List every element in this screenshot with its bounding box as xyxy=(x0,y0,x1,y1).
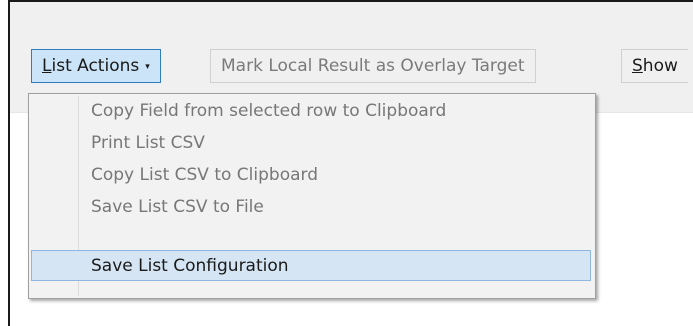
list-actions-button[interactable]: List Actions ▾ xyxy=(31,49,161,83)
mark-local-result-button[interactable]: Mark Local Result as Overlay Target xyxy=(210,49,536,83)
menu-item-save-list-csv[interactable]: Save List CSV to File xyxy=(31,191,591,222)
show-label: how xyxy=(642,56,678,76)
show-button[interactable]: Show xyxy=(621,49,688,83)
show-mnemonic: S xyxy=(632,56,643,76)
menu-item-copy-list-csv[interactable]: Copy List CSV to Clipboard xyxy=(31,159,591,190)
list-actions-menu: Copy Field from selected row to Clipboar… xyxy=(28,93,596,299)
menu-item-save-list-configuration[interactable]: Save List Configuration xyxy=(31,250,591,281)
list-actions-label: ist Actions xyxy=(51,56,140,76)
menu-item-print-list-csv[interactable]: Print List CSV xyxy=(31,127,591,158)
menu-item-copy-field[interactable]: Copy Field from selected row to Clipboar… xyxy=(31,95,591,126)
chevron-down-icon: ▾ xyxy=(145,62,150,72)
